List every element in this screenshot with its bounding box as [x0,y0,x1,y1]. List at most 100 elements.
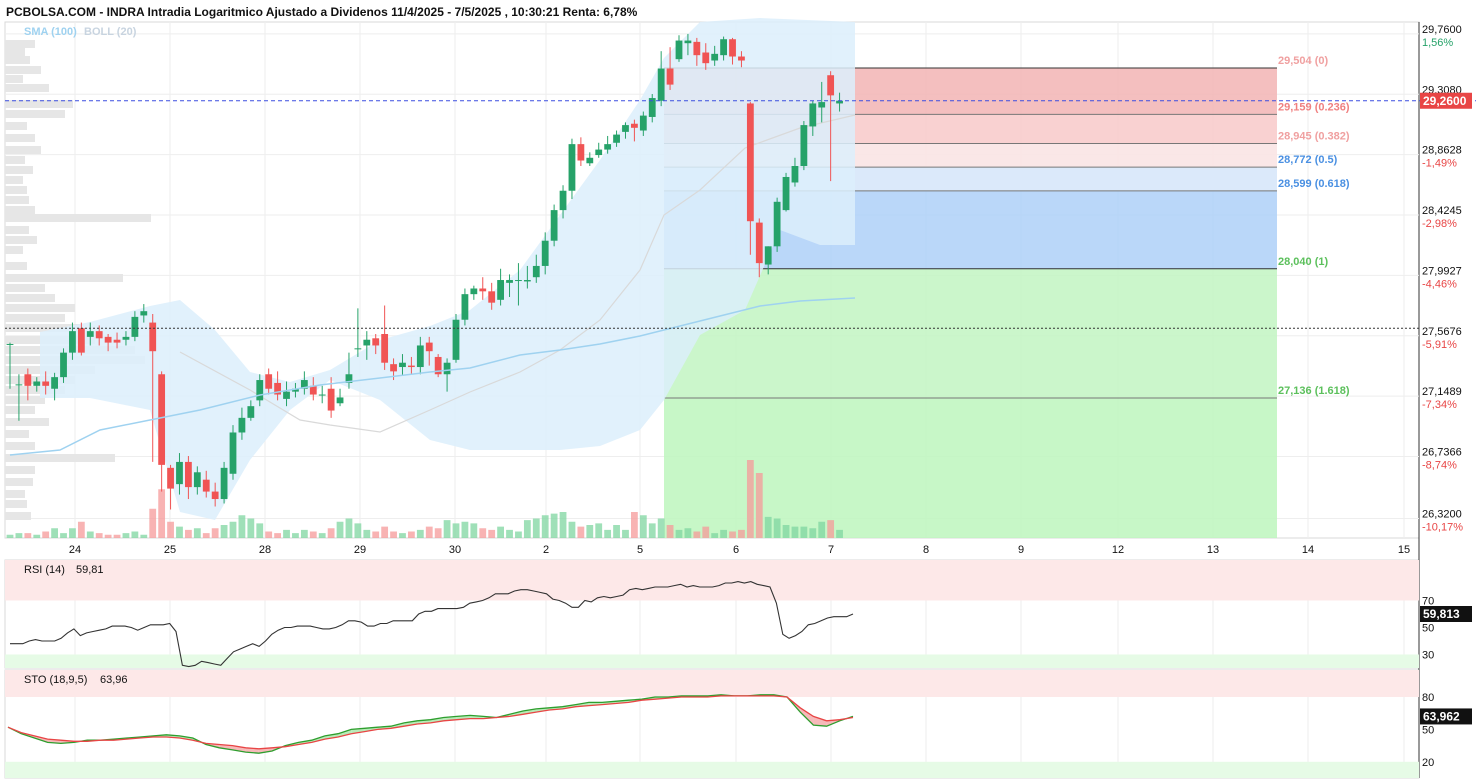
volume-profile-bar [5,146,41,154]
volume-bar [354,523,362,538]
candle-body [408,365,415,368]
candle-body [693,41,701,56]
volume-profile-bar [5,122,27,130]
volume-bar [693,531,701,538]
volume-bar [211,528,219,538]
level-label: 70 [1422,596,1434,608]
candle-body [479,288,487,292]
volume-bar [479,528,487,538]
candle-body [247,406,255,418]
volume-profile-bar [5,186,27,194]
candle-body [69,331,76,353]
volume-profile-bar [5,75,23,83]
volume-bar [131,531,139,538]
x-tick-label: 15 [1398,544,1410,556]
candle-body [24,374,32,386]
volume-profile-bar [5,262,27,270]
candle-body [104,336,112,343]
volume-bar [506,529,513,538]
candle-body [452,319,460,360]
candle-body [167,467,174,489]
volume-bar [122,533,130,538]
volume-bar [158,489,166,538]
fib-label: 28,040 (1) [1278,256,1328,268]
candle-body [568,144,576,191]
volume-bar [24,533,32,538]
volume-bar [318,533,326,538]
candle-body [425,342,433,352]
x-tick-label: 14 [1302,544,1314,556]
candle-body [220,467,228,500]
fib-zone [664,268,1277,399]
volume-profile-bar [5,166,33,174]
legend-boll: BOLL (20) [84,26,137,38]
volume-bar [60,533,67,538]
volume-profile-bar [5,176,23,184]
candle-body [550,210,558,241]
candle-body [738,56,745,61]
volume-bar [399,533,406,538]
x-tick-label: 12 [1112,544,1124,556]
candle-body [532,265,540,278]
volume-bar [773,518,781,538]
candle-body [193,472,201,488]
x-tick-label: 28 [259,544,271,556]
volume-profile-bar [5,478,33,486]
volume-bar [497,526,504,538]
candle-body [354,348,362,350]
volume-profile-bar [5,236,37,244]
x-tick-label: 5 [637,544,643,556]
volume-bar [809,528,817,538]
candle-body [586,157,594,164]
volume-bar [77,521,85,538]
volume-bar [167,521,174,538]
candle-body [176,461,183,485]
volume-bar [425,526,433,538]
candle-body [381,334,389,363]
volume-bar [622,529,629,538]
candle-body [523,280,531,282]
candle-body [399,362,406,368]
volume-bar [488,529,496,538]
volume-profile-bar [5,406,35,414]
candle-body [158,374,166,465]
candle-body [60,352,67,378]
candle-body [113,339,121,343]
candle-body [631,123,638,128]
y-tick-label: 27,5676 [1422,326,1462,338]
fib-label: 28,945 (0.382) [1278,130,1350,142]
volume-bar [33,534,41,538]
volume-bar [738,529,745,538]
volume-profile-bar [5,304,75,312]
volume-profile-bar [5,206,35,214]
volume-profile-bar [5,48,25,56]
volume-bar [140,534,148,538]
y-tick-label: 27,9927 [1422,265,1462,277]
volume-profile-bar [5,226,29,234]
volume-bar [69,528,76,538]
volume-bar [6,534,14,538]
volume-bar [800,526,808,538]
candle-body [372,338,380,346]
candle-body [229,432,237,474]
y-tick-pct: -8,74% [1422,460,1457,472]
candle-body [791,165,799,183]
candle-body [95,331,103,339]
fib-label: 29,504 (0) [1278,55,1328,67]
candle-body [595,149,603,156]
volume-bar [675,529,683,538]
overbought-zone [5,560,1419,601]
volume-profile-bar [5,214,151,222]
indicator-value: 59,81 [76,564,104,576]
legend-sma: SMA (100) [24,26,77,38]
indicator-value: 63,96 [100,674,128,686]
candle-body [238,417,246,433]
volume-profile-bar [5,56,30,64]
volume-profile-bar [5,512,31,520]
y-tick-label: 27,1489 [1422,386,1462,398]
x-tick-label: 6 [733,544,739,556]
fib-label: 29,159 (0.236) [1278,101,1350,113]
volume-bar [755,473,763,538]
candle-body [604,144,612,150]
volume-bar [292,533,299,538]
